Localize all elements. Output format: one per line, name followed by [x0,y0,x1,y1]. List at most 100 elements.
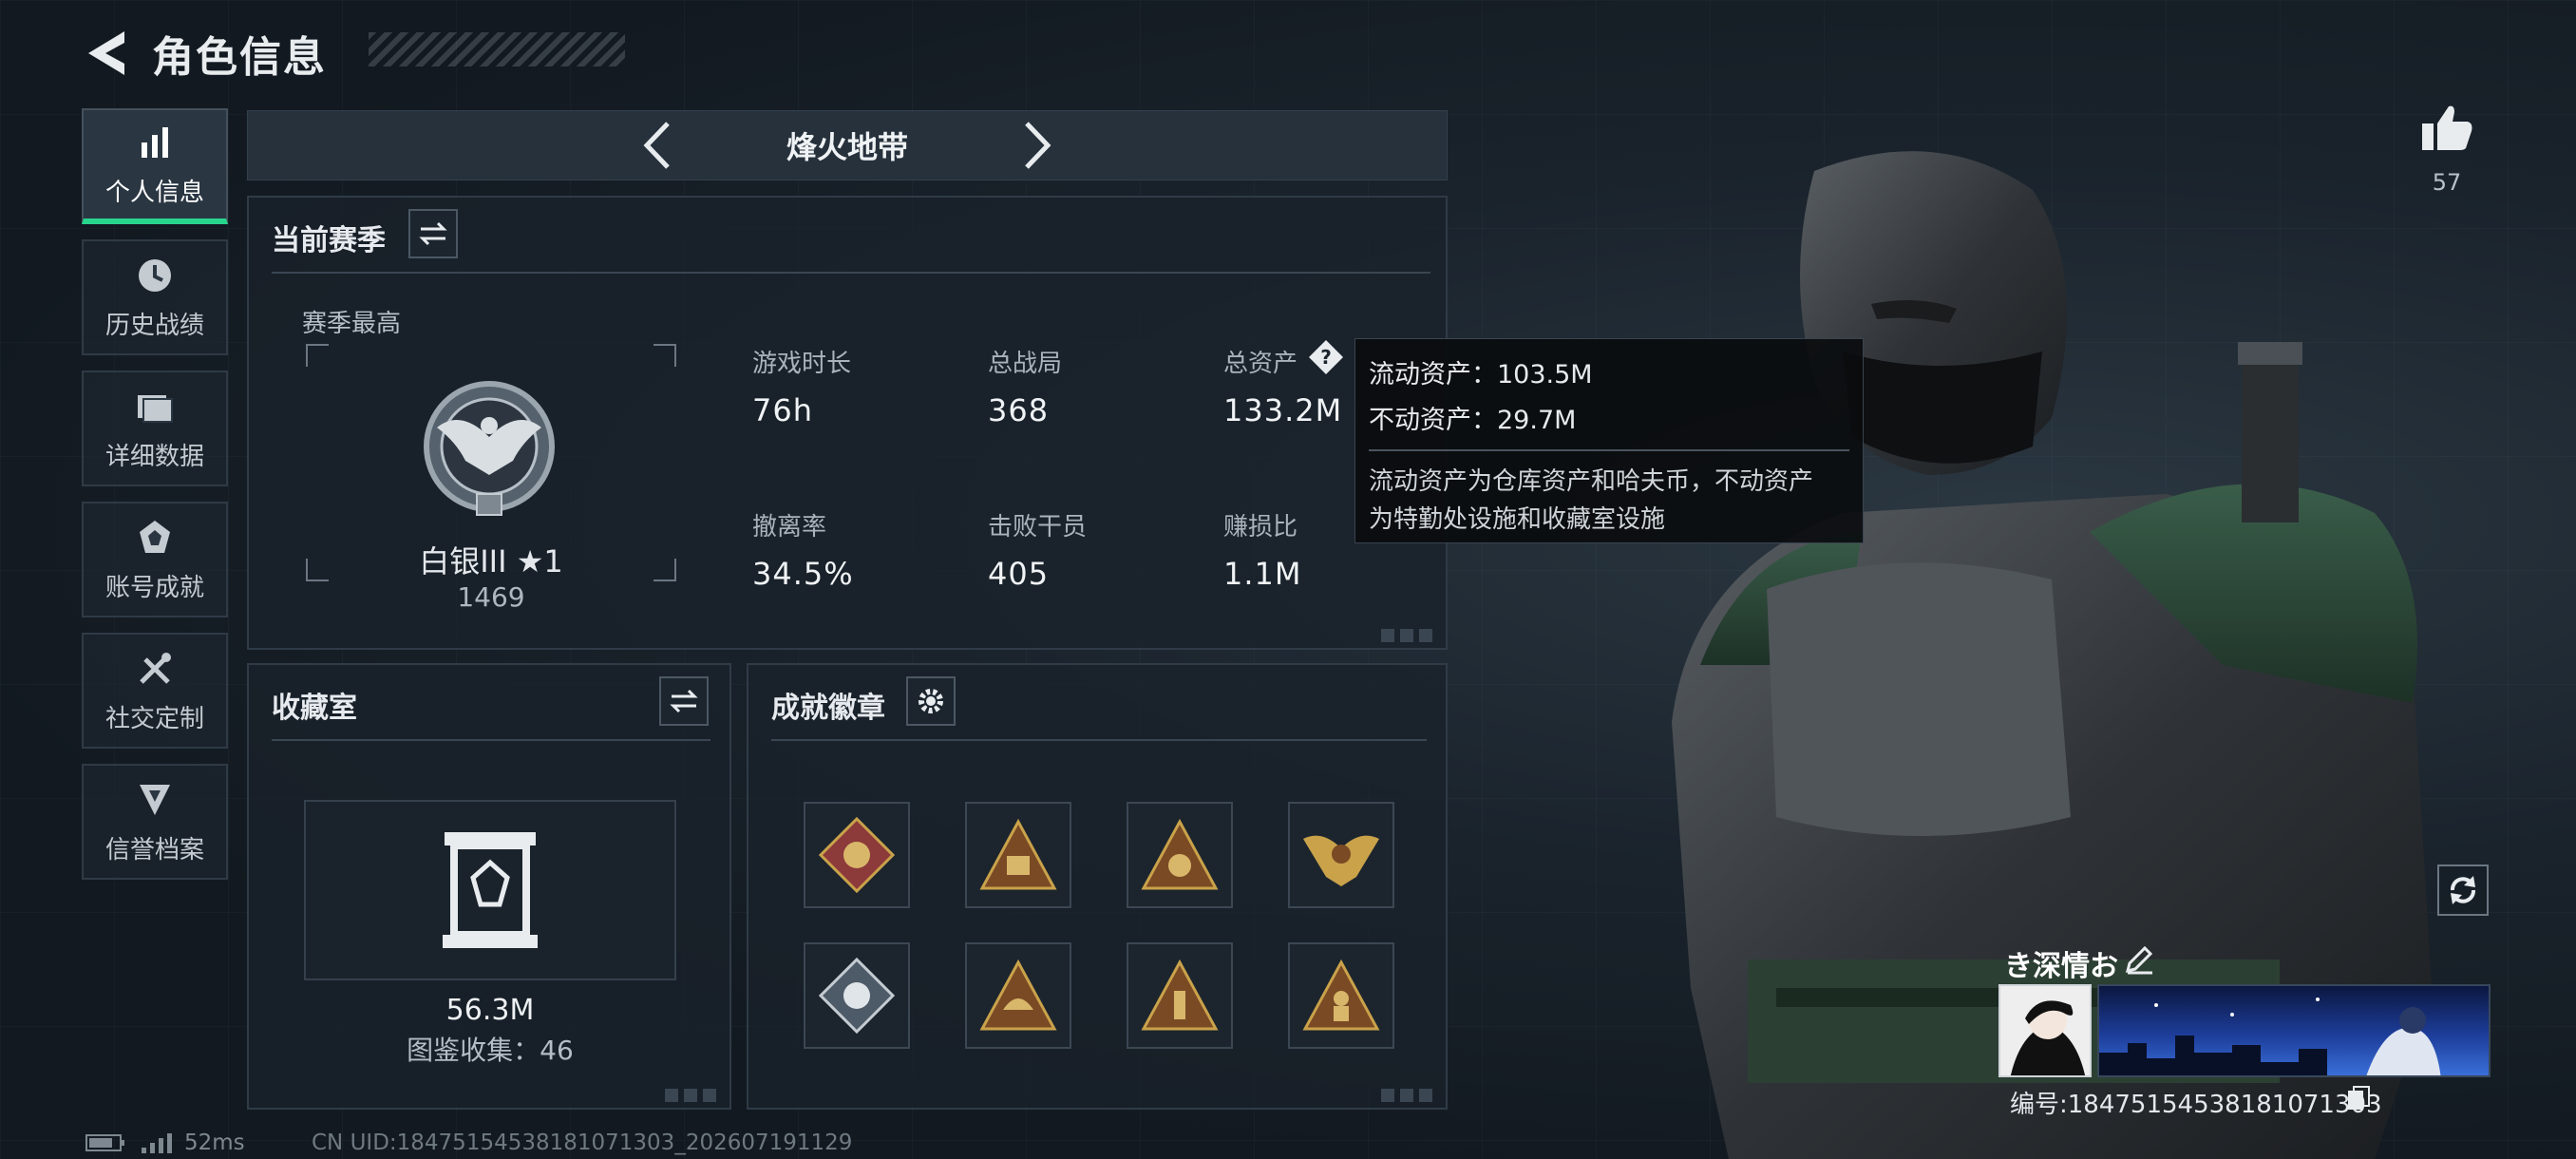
badge-item[interactable] [965,942,1071,1049]
copy-id-button[interactable] [2346,1085,2371,1112]
credit-icon [134,779,176,821]
diamond-badge-icon [818,816,896,894]
stat-value: 76h [752,392,813,428]
collection-switch-button[interactable] [659,676,709,726]
stat-label: 总战局 [988,350,1063,378]
tooltip-desc-line: 为特勤处设施和收藏室设施 [1369,505,1666,534]
badges-settings-button[interactable] [906,676,956,726]
mode-prev-button[interactable] [624,112,691,179]
bar-chart-icon [134,122,176,163]
mode-switcher: 烽火地带 [247,110,1448,180]
nav-item-detailed-data[interactable]: 详细数据 [82,370,228,486]
nav-item-credit-record[interactable]: 信誉档案 [82,764,228,880]
triangle-badge-icon [979,818,1057,890]
badge-item[interactable] [1288,802,1394,908]
corner-decoration [1381,629,1438,642]
tools-icon [134,648,176,690]
stat-label: 击败干员 [988,513,1088,542]
mode-next-button[interactable] [1004,112,1070,179]
triangle-badge-icon [1141,818,1219,890]
nav-label: 信誉档案 [104,835,204,864]
collection-divider [272,739,710,741]
thumbs-up-icon [2422,105,2472,150]
nav-item-personal-info[interactable]: 个人信息 [82,108,228,224]
corner-decoration [1381,1089,1438,1102]
stat-label: 赚损比 [1223,513,1298,542]
page-title: 角色信息 [152,33,327,82]
nav-label: 历史战绩 [104,311,204,340]
copy-icon [2348,1086,2370,1110]
stat-operators-defeated: 击败干员 405 [988,507,1087,592]
collection-title: 收藏室 [272,692,357,725]
nav-item-history[interactable]: 历史战绩 [82,239,228,355]
collection-count: 图鉴收集：46 [407,1035,574,1066]
tooltip-liquid-assets: 流动资产：103.5M [1369,360,1593,390]
stat-label: 游戏时长 [752,350,852,378]
triangle-badge-icon [979,959,1057,1031]
back-button[interactable] [84,27,129,80]
avatar[interactable] [1998,984,2092,1077]
badge-item[interactable] [804,942,910,1049]
back-arrow-icon [88,31,124,75]
nav-label: 详细数据 [104,442,204,471]
like-count: 57 [2432,169,2462,196]
tooltip-desc-line: 流动资产为仓库资产和哈夫币，不动资产 [1369,467,1814,496]
profile-banner[interactable] [2097,984,2491,1077]
season-title: 当前赛季 [272,224,386,257]
page-header: 角色信息 [84,25,625,82]
ping-value: 52ms [184,1130,245,1155]
badge-item[interactable] [1288,942,1394,1049]
badge-item[interactable] [804,802,910,908]
badges-divider [771,739,1427,741]
avatar-image [2000,986,2090,1075]
mode-title: 烽火地带 [786,129,908,165]
rotate-model-button[interactable] [2437,864,2489,916]
vault-icon [443,832,538,948]
player-name: き深情お [2004,950,2118,983]
season-switch-button[interactable] [408,209,458,258]
folder-icon [134,386,176,428]
chevron-left-icon [643,122,670,169]
stat-profit-loss: 赚损比 1.1M [1223,507,1302,592]
pencil-icon [2125,945,2153,975]
rank-name: 白银III ★1 [419,543,563,580]
like-button[interactable] [2420,103,2473,156]
stat-value: 368 [988,392,1050,428]
edit-name-button[interactable] [2124,944,2156,977]
title-stripe-decoration [369,32,625,66]
season-divider [272,272,1430,274]
assets-tooltip: 流动资产：103.5M 不动资产：29.7M 流动资产为仓库资产和哈夫币，不动资… [1354,338,1864,543]
diamond-badge-icon [818,957,896,1035]
triangle-badge-icon [1141,959,1219,1031]
nav-label: 个人信息 [104,178,204,207]
collection-value: 56.3M [445,994,535,1027]
chevron-right-icon [1025,122,1051,169]
stat-value: 1.1M [1223,556,1302,592]
winged-badge-icon [1303,835,1379,886]
rank-emblem-icon [424,381,555,516]
corner-decoration [665,1089,722,1102]
badges-title: 成就徽章 [771,692,885,725]
rank-score: 1469 [457,581,525,613]
gear-icon [919,689,943,713]
stat-value: 405 [988,556,1050,592]
refresh-icon [2451,876,2475,904]
stat-label: 撤离率 [752,513,827,542]
collection-preview[interactable] [304,800,676,980]
nav-label: 社交定制 [104,704,204,733]
stat-value: 34.5% [752,556,854,592]
badge-item[interactable] [965,802,1071,908]
achievement-icon [134,517,176,559]
clock-icon [134,255,176,296]
badge-item[interactable] [1127,942,1233,1049]
badge-item[interactable] [1127,802,1233,908]
nav-item-achievements[interactable]: 账号成就 [82,502,228,618]
side-nav: 个人信息 历史战绩 详细数据 账号成就 社交定制 信誉档案 [82,108,228,895]
signal-icon [142,1133,172,1153]
stat-play-time: 游戏时长 76h [752,344,851,428]
season-best-label: 赛季最高 [302,310,402,338]
swap-icon [670,689,698,713]
stat-value: 133.2M [1223,392,1343,428]
help-button[interactable]: ? [1307,338,1345,376]
nav-item-social-custom[interactable]: 社交定制 [82,633,228,749]
